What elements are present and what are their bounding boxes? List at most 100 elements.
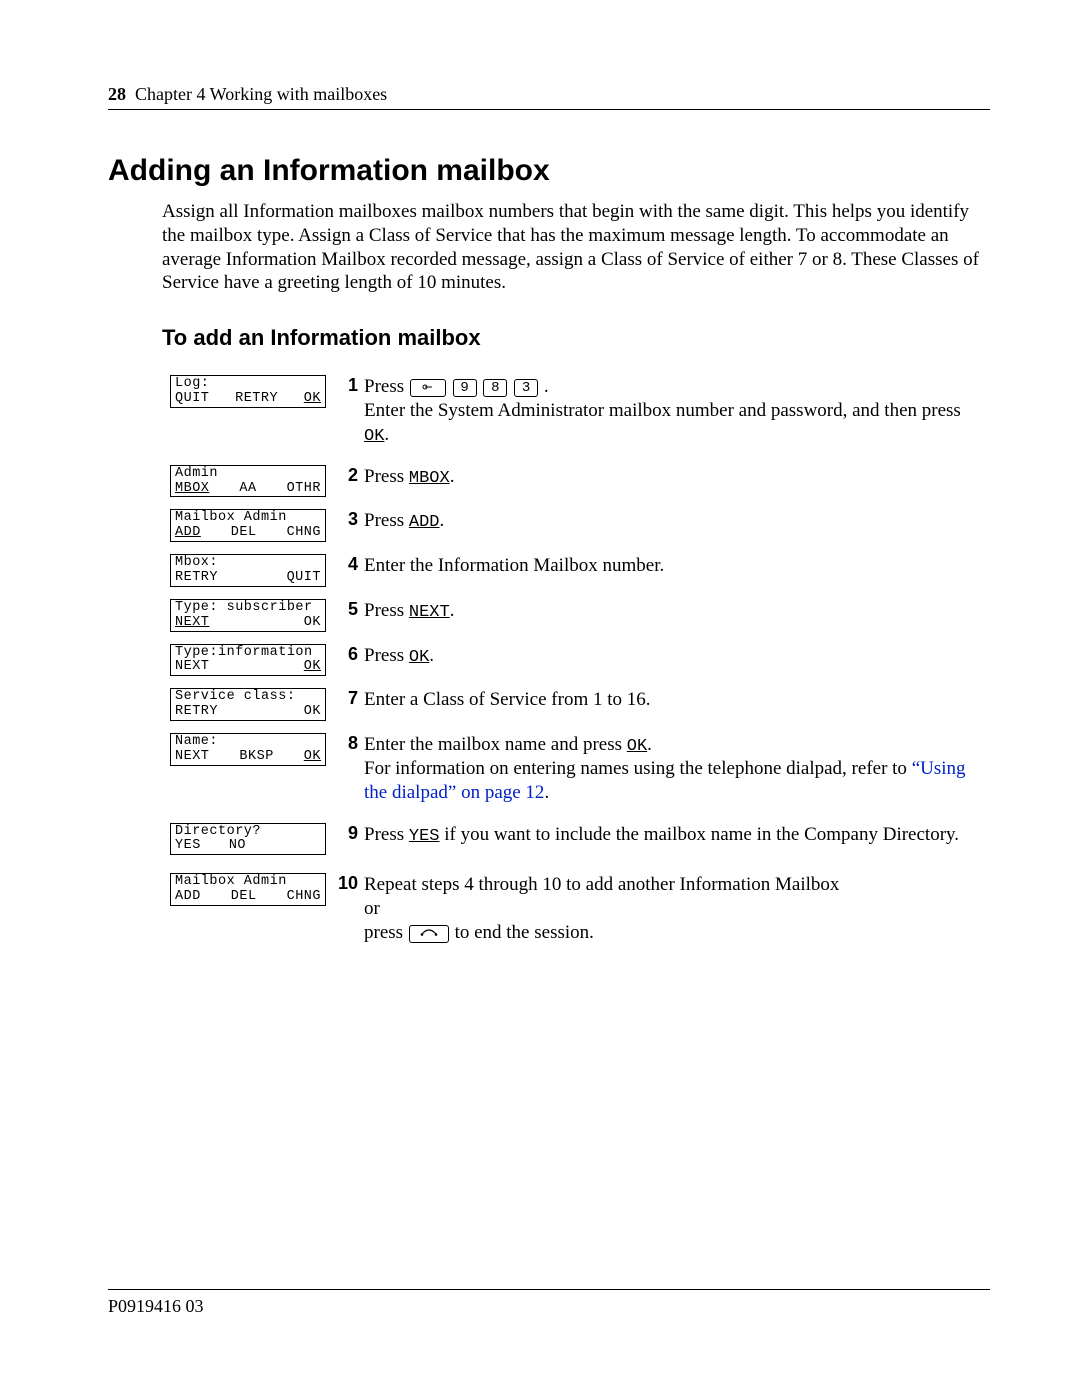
page-number: 28 — [108, 84, 126, 104]
lcd-display: Type:information NEXT OK — [170, 644, 326, 677]
lcd-softkey-1: NEXT — [175, 750, 209, 765]
page-title: Adding an Information mailbox — [108, 154, 990, 188]
lcd-softkey-1: ADD — [175, 890, 201, 905]
step-6: Type:information NEXT OK 6 Press OK. — [170, 644, 990, 677]
lcd-softkey-1: QUIT — [175, 392, 209, 407]
lcd-softkey-1: RETRY — [175, 705, 218, 720]
text: Enter the mailbox name and press — [364, 734, 627, 755]
step-text: Press MBOX. — [364, 465, 990, 489]
lcd-line1: Directory? — [175, 825, 321, 840]
lcd-softkey-1: ADD — [175, 526, 201, 541]
lcd-display: Name: NEXT BKSP OK — [170, 733, 326, 766]
text: . — [439, 510, 444, 531]
lcd-line1: Mbox: — [175, 556, 321, 571]
text: Press — [364, 466, 409, 487]
section-title: To add an Information mailbox — [162, 325, 990, 351]
step-text: Enter the Information Mailbox number. — [364, 554, 990, 578]
lcd-softkey-2: NO — [229, 839, 246, 854]
softkey-ref: ADD — [409, 513, 440, 532]
intro-text: Assign all Information mailboxes mailbox… — [162, 200, 990, 295]
step-3: Mailbox Admin ADD DEL CHNG 3 Press ADD. — [170, 509, 990, 542]
text: if you want to include the mailbox name … — [439, 824, 959, 845]
lcd-line1: Mailbox Admin — [175, 875, 321, 890]
lcd-line1: Service class: — [175, 690, 321, 705]
text: . — [384, 424, 389, 445]
lcd-softkey-2: AA — [239, 482, 256, 497]
text: Press — [364, 600, 409, 621]
step-text: Enter a Class of Service from 1 to 16. — [364, 688, 990, 712]
step-number: 7 — [334, 688, 358, 709]
text: . — [544, 376, 549, 397]
softkey-ref: MBOX — [409, 469, 450, 488]
lcd-softkey-1: RETRY — [175, 571, 218, 586]
lcd-softkey-2: BKSP — [239, 750, 273, 765]
text: . — [450, 600, 455, 621]
chapter-title: Chapter 4 Working with mailboxes — [135, 84, 387, 104]
release-key-icon — [409, 925, 449, 943]
page-header: 28 Chapter 4 Working with mailboxes — [108, 84, 990, 110]
softkey-ref: OK — [627, 737, 647, 756]
lcd-softkey-3: OK — [304, 705, 321, 720]
step-9: Directory? YES NO 9 Press YES if you wan… — [170, 823, 990, 856]
softkey-ref: OK — [364, 427, 384, 446]
step-number: 9 — [334, 823, 358, 844]
feature-key-icon — [410, 379, 446, 397]
text: or — [364, 898, 380, 919]
step-number: 2 — [334, 465, 358, 486]
step-text: Press NEXT. — [364, 599, 990, 623]
step-number: 1 — [334, 375, 358, 396]
lcd-display: Directory? YES NO — [170, 823, 326, 856]
text: Press — [364, 824, 409, 845]
step-number: 10 — [334, 873, 358, 894]
lcd-softkey-1: NEXT — [175, 660, 209, 675]
step-number: 6 — [334, 644, 358, 665]
lcd-softkey-2: RETRY — [235, 392, 278, 407]
lcd-line1: Log: — [175, 377, 321, 392]
step-7: Service class: RETRY OK 7 Enter a Class … — [170, 688, 990, 721]
lcd-softkey-2: DEL — [231, 890, 257, 905]
step-number: 3 — [334, 509, 358, 530]
digit-key: 3 — [514, 379, 538, 397]
text: Repeat steps 4 through 10 to add another… — [364, 874, 839, 895]
step-number: 4 — [334, 554, 358, 575]
text: . — [450, 466, 455, 487]
step-10: Mailbox Admin ADD DEL CHNG 10 Repeat ste… — [170, 873, 990, 944]
lcd-softkey-3: OK — [304, 392, 321, 407]
text: Enter the System Administrator mailbox n… — [364, 400, 961, 421]
lcd-display: Type: subscriber NEXT OK — [170, 599, 326, 632]
lcd-softkey-3: OK — [304, 750, 321, 765]
text: . — [647, 734, 652, 755]
step-text: Repeat steps 4 through 10 to add another… — [364, 873, 990, 944]
lcd-display: Log: QUIT RETRY OK — [170, 375, 326, 408]
step-number: 8 — [334, 733, 358, 754]
softkey-ref: OK — [409, 648, 429, 667]
text: Press — [364, 376, 409, 397]
footer-docid: P0919416 03 — [108, 1289, 990, 1317]
softkey-ref: YES — [409, 827, 440, 846]
text: to end the session. — [455, 922, 594, 943]
lcd-display: Mailbox Admin ADD DEL CHNG — [170, 509, 326, 542]
lcd-softkey-1: NEXT — [175, 616, 209, 631]
lcd-softkey-1: YES — [175, 839, 201, 854]
step-text: Press 9 8 3 . Enter the System Administr… — [364, 375, 990, 447]
text: press — [364, 922, 408, 943]
step-number: 5 — [334, 599, 358, 620]
text: Press — [364, 645, 409, 666]
lcd-line1: Mailbox Admin — [175, 511, 321, 526]
lcd-line1: Name: — [175, 735, 321, 750]
step-1: Log: QUIT RETRY OK 1 Press 9 8 3 . Enter… — [170, 375, 990, 447]
lcd-line1: Type: subscriber — [175, 601, 321, 616]
lcd-softkey-2: DEL — [231, 526, 257, 541]
text: Press — [364, 510, 409, 531]
text: For information on entering names using … — [364, 758, 912, 779]
lcd-display: Service class: RETRY OK — [170, 688, 326, 721]
lcd-display: Admin MBOX AA OTHR — [170, 465, 326, 498]
text: . — [429, 645, 434, 666]
digit-key: 9 — [453, 379, 477, 397]
step-text: Press ADD. — [364, 509, 990, 533]
step-2: Admin MBOX AA OTHR 2 Press MBOX. — [170, 465, 990, 498]
digit-key: 8 — [483, 379, 507, 397]
lcd-softkey-3: OK — [304, 616, 321, 631]
lcd-softkey-3: QUIT — [287, 571, 321, 586]
lcd-line1: Type:information — [175, 646, 321, 661]
